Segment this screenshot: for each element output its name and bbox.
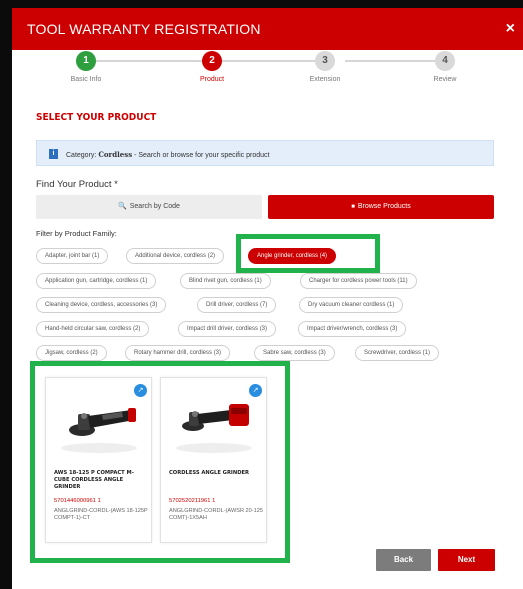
product-image [167,386,261,466]
filter-chip[interactable]: Adapter, joint bar (1) [36,248,109,264]
step-product[interactable]: 2 Product [167,51,257,83]
modal-title: TOOL WARRANTY REGISTRATION [27,21,261,37]
filter-chip[interactable]: Rotary hammer drill, cordless (3) [125,345,231,361]
section-title: SELECT YOUR PRODUCT [36,112,157,123]
step-label: Product [199,76,225,83]
step-number: 3 [315,51,335,71]
registration-modal: TOOL WARRANTY REGISTRATION × 1 Basic Inf… [12,8,523,589]
filter-chip[interactable]: Impact driver/wrench, cordless (3) [298,321,407,337]
filter-chip[interactable]: Drill driver, cordless (7) [197,297,277,313]
product-code: 5701446000961 1 [54,498,101,504]
browse-products-label: Browse Products [357,203,411,210]
filter-chip[interactable]: Dry vacuum cleaner cordless (1) [299,297,404,313]
info-category: Cordless [98,150,133,159]
browse-products-button[interactable]: ■ Browse Products [268,195,494,219]
search-icon: 🔍 [118,203,127,210]
step-label: Basic Info [70,76,102,83]
back-button[interactable]: Back [376,549,431,571]
search-by-code-button[interactable]: 🔍 Search by Code [36,195,262,219]
close-icon[interactable]: × [506,20,515,38]
product-card[interactable]: ↗ CORDLESS ANGLE GRINDER 5702520211961 1… [160,377,267,543]
filter-chip[interactable]: Jigsaw, cordless (2) [36,345,107,361]
step-basic-info[interactable]: 1 Basic Info [41,51,131,83]
filter-chip[interactable]: Screwdriver, cordless (1) [355,345,440,361]
info-text: Category: Cordless - Search or browse fo… [66,150,269,159]
filter-chip[interactable]: Hand-held circular saw, cordless (2) [36,321,150,337]
product-image [52,386,146,466]
category-info-banner: i Category: Cordless - Search or browse … [36,140,494,166]
filter-chip[interactable]: Cleaning device, cordless, accessories (… [36,297,167,313]
angle-grinder-image [176,404,252,453]
next-button[interactable]: Next [438,549,495,571]
filter-chip[interactable]: Blind rivet gun, cordless (1) [180,273,271,289]
info-suffix: - Search or browse for your specific pro… [132,152,270,159]
step-number: 1 [76,51,96,71]
step-label: Review [433,76,457,83]
filter-label: Filter by Product Family: [36,229,117,238]
info-prefix: Category: [66,152,97,159]
info-icon: i [49,149,58,159]
progress-stepper: 1 Basic Info 2 Product 3 Extension 4 Rev… [12,50,523,96]
open-link-icon[interactable]: ↗ [134,384,147,397]
selected-filter-highlight [236,234,380,273]
step-review[interactable]: 4 Review [400,51,490,83]
filter-chip[interactable]: Sabre saw, cordless (3) [254,345,335,361]
modal-header: TOOL WARRANTY REGISTRATION × [12,8,523,50]
filter-chip[interactable]: Impact drill driver, cordless (3) [178,321,277,337]
grid-icon: ■ [351,204,355,210]
product-name: AWS 18-125 P COMPACT M-CUBE CORDLESS ANG… [54,470,134,490]
filter-chip[interactable]: Additional device, cordless (2) [126,248,225,264]
product-description: ANGLGRIND-CORDL-(AWS 18-125P COMPT-1)-CT [54,508,148,521]
open-link-icon[interactable]: ↗ [249,384,262,397]
product-description: ANGLGRIND-CORDL-(AWSR 20-125 COMT)-1X5AH [169,508,263,521]
step-number: 4 [435,51,455,71]
find-product-label: Find Your Product * [36,179,118,190]
filter-chip[interactable]: Application gun, cartridge, cordless (1) [36,273,157,289]
step-number: 2 [202,51,222,71]
product-card[interactable]: ↗ AWS 18-125 P COMPACT M-CUBE CORDLESS A… [45,377,152,543]
product-code: 5702520211961 1 [169,498,216,504]
step-label: Extension [309,76,341,83]
step-extension[interactable]: 3 Extension [280,51,370,83]
filter-chip[interactable]: Charger for cordless power tools (11) [300,273,417,289]
angle-grinder-image [61,408,137,453]
product-name: CORDLESS ANGLE GRINDER [169,470,250,476]
search-by-code-label: Search by Code [129,203,180,210]
